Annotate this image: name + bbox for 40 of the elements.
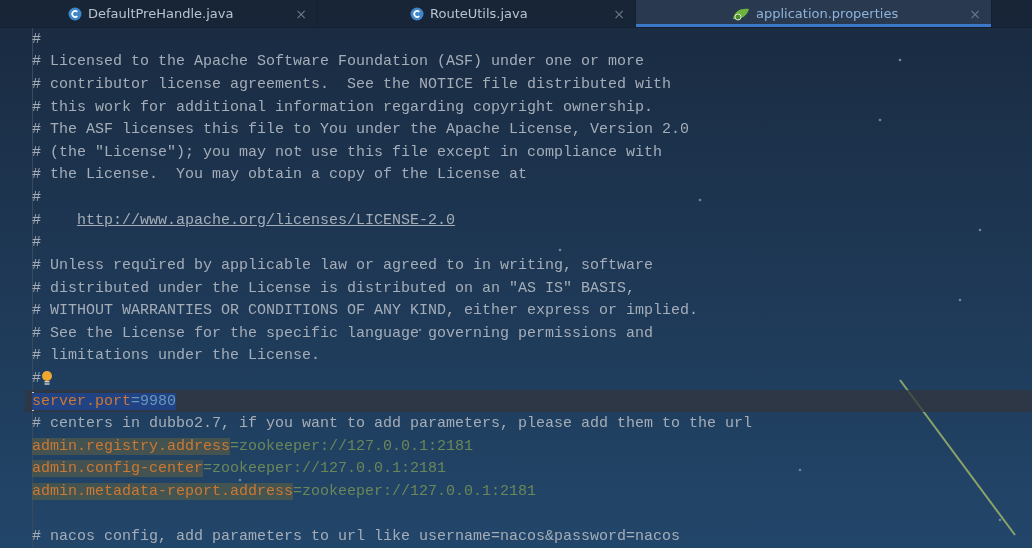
property-separator: =	[131, 392, 141, 410]
code-comment: # limitations under the License.	[32, 347, 321, 365]
code-comment: # The ASF licenses this file to You under the Apache License, Version 2.0	[32, 121, 690, 139]
property-separator: =	[293, 483, 303, 500]
code-comment: # centers in dubbo2.7, if you want to add parameters, please add them to the url	[32, 415, 753, 433]
code-comment: # Licensed to the Apache Software Foundation (ASF) under one or more	[32, 53, 645, 71]
property-separator: =	[203, 460, 213, 478]
property-key: admin.config-center	[32, 460, 204, 478]
tab-label: application.properties	[756, 6, 900, 21]
code-comment: # WITHOUT WARRANTIES OR CONDITIONS OF ANY KIND, either express or implied.	[32, 302, 699, 320]
tab-label: RouteUtils.java	[430, 6, 529, 21]
leaf-icon	[732, 6, 750, 21]
code-comment: # contributor license agreements. See the NOTICE file distributed with	[32, 76, 672, 93]
code-comment: # (the "License"); you may not use this file except in compliance with	[32, 143, 663, 161]
code-comment: # See the License for the specific language governing permissions and	[32, 324, 654, 342]
property-key: server.port	[32, 392, 132, 410]
code-comment: #	[32, 189, 41, 207]
class-icon	[410, 6, 424, 21]
class-icon	[68, 6, 82, 21]
lightbulb-icon[interactable]	[41, 370, 53, 387]
code-comment: # this work for additional information regarding copyright ownership.	[32, 98, 654, 116]
license-link[interactable]: http://www.apache.org/licenses/LICENSE-2.0	[77, 211, 456, 229]
property-value: zookeeper://127.0.0.1:2181	[212, 460, 447, 478]
property-value: zookeeper://127.0.0.1:2181	[239, 437, 474, 455]
property-value: zookeeper://127.0.0.1:2181	[302, 483, 537, 500]
close-icon[interactable]: ×	[295, 5, 307, 22]
close-icon[interactable]: ×	[613, 5, 625, 22]
property-separator: =	[230, 437, 240, 455]
file-tab[interactable]: application.properties ×	[636, 0, 992, 27]
property-value: 9980	[140, 392, 177, 410]
code-comment: #	[32, 211, 42, 229]
code-comment: # distributed under the License is distributed on an "AS IS" BASIS,	[32, 279, 636, 297]
code-comment: #	[32, 369, 41, 387]
code-comment: # nacos config, add parameters to url like username=nacos&password=nacos	[32, 528, 681, 546]
tab-label: DefaultPreHandle.java	[88, 6, 235, 21]
code-comment: # the License. You may obtain a copy of the License at	[32, 166, 528, 184]
code-comment: #	[32, 30, 41, 48]
file-tab[interactable]: DefaultPreHandle.java ×	[0, 0, 318, 27]
code-comment: #	[32, 234, 41, 252]
code-comment: # Unless required by applicable law or agreed to in writing, software	[32, 256, 654, 274]
